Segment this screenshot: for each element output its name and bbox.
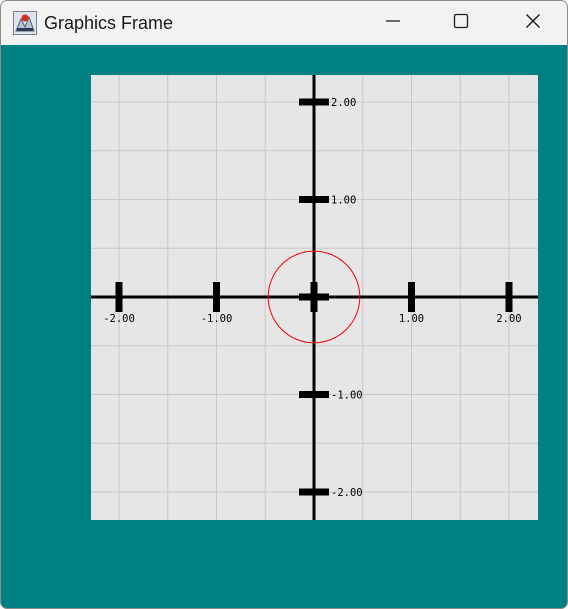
- graphics-canvas[interactable]: -2.00 -1.00 1.00 2.00 2.00 1.00 -1.00 -2.00: [91, 75, 538, 520]
- x-tick-label: -2.00: [103, 313, 135, 325]
- maximize-icon: [453, 13, 469, 33]
- y-tick-label: -2.00: [331, 487, 363, 499]
- graphics-frame-window: Graphics Frame -2.00 -1.00 1.00 2.00 2.0…: [0, 0, 568, 609]
- y-tick-label: -1.00: [331, 390, 363, 402]
- x-tick-mark: [213, 282, 220, 312]
- y-tick-label: 2.00: [331, 97, 356, 109]
- y-tick-mark: [299, 391, 329, 398]
- minimize-icon: [385, 13, 401, 33]
- plot-svg: -2.00 -1.00 1.00 2.00 2.00 1.00 -1.00 -2.00: [91, 75, 538, 520]
- minimize-button[interactable]: [369, 1, 417, 45]
- y-tick-label: 1.00: [331, 195, 356, 207]
- x-tick-mark: [115, 282, 123, 312]
- close-button[interactable]: [509, 1, 557, 45]
- x-tick-label: 1.00: [399, 313, 424, 325]
- frame-content: -2.00 -1.00 1.00 2.00 2.00 1.00 -1.00 -2.00: [1, 45, 567, 608]
- x-tick-label: 2.00: [496, 313, 521, 325]
- title-bar[interactable]: Graphics Frame: [1, 1, 567, 45]
- maximize-button[interactable]: [437, 1, 485, 45]
- x-tick-mark: [408, 282, 415, 312]
- java-app-icon: [13, 11, 37, 35]
- y-tick-mark: [299, 488, 329, 496]
- y-tick-mark: [299, 196, 329, 203]
- y-tick-mark: [299, 98, 329, 106]
- x-tick-mark: [505, 282, 513, 312]
- window-title: Graphics Frame: [44, 13, 174, 33]
- y-tick-mark: [299, 293, 329, 301]
- x-tick-label: -1.00: [201, 313, 233, 325]
- close-icon: [525, 13, 541, 33]
